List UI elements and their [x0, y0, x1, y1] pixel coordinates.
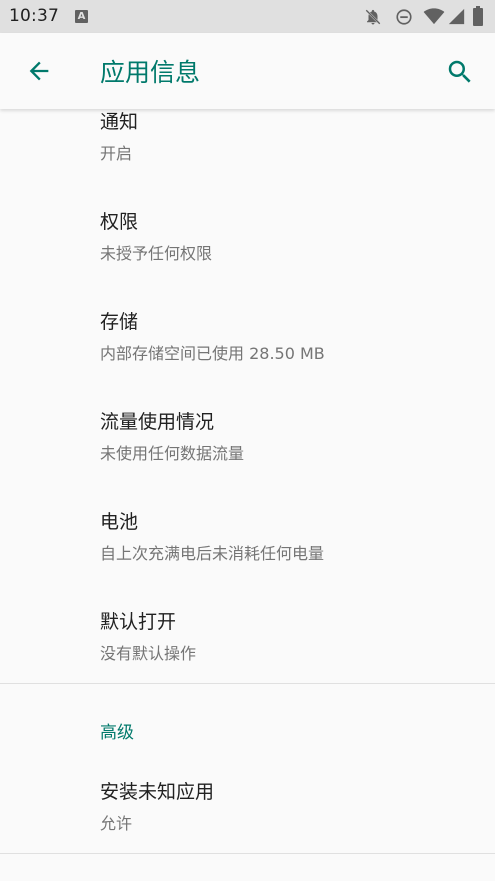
- setting-storage[interactable]: 存储 内部存储空间已使用 28.50 MB: [100, 307, 325, 364]
- setting-battery[interactable]: 电池 自上次充满电后未消耗任何电量: [100, 507, 324, 564]
- setting-permissions[interactable]: 权限 未授予任何权限: [100, 207, 212, 264]
- setting-summary: 开启: [100, 144, 133, 163]
- setting-title: 安装未知应用: [100, 781, 215, 803]
- setting-summary: 没有默认操作: [100, 644, 197, 663]
- setting-install-unknown-apps[interactable]: 安装未知应用 允许: [100, 777, 214, 834]
- app-notification-icon: A: [75, 10, 88, 23]
- signal-icon: [448, 8, 465, 25]
- section-header-advanced: 高级: [100, 723, 134, 743]
- back-arrow-icon[interactable]: [24, 57, 54, 85]
- setting-summary: 未授予任何权限: [100, 244, 213, 263]
- notifications-off-icon: [365, 9, 381, 25]
- setting-open-by-default[interactable]: 默认打开 没有默认操作: [100, 607, 196, 664]
- app-bar: 应用信息: [0, 33, 495, 109]
- battery-icon: [473, 6, 483, 26]
- section-divider: [0, 683, 495, 684]
- setting-summary: 未使用任何数据流量: [100, 444, 245, 463]
- wifi-icon: [423, 8, 445, 25]
- setting-title: 默认打开: [100, 611, 177, 633]
- status-time: 10:37: [9, 6, 59, 26]
- status-bar: 10:37 A: [0, 0, 495, 33]
- setting-summary: 自上次充满电后未消耗任何电量: [100, 544, 325, 563]
- page-title: 应用信息: [100, 58, 201, 87]
- section-divider: [0, 853, 495, 854]
- setting-summary: 允许: [100, 814, 133, 833]
- setting-data-usage[interactable]: 流量使用情况 未使用任何数据流量: [100, 407, 244, 464]
- setting-title: 电池: [100, 511, 139, 533]
- setting-title: 通知: [100, 111, 139, 133]
- setting-title: 权限: [100, 211, 139, 233]
- setting-title: 存储: [100, 311, 139, 333]
- setting-title: 流量使用情况: [100, 411, 215, 433]
- search-icon[interactable]: [445, 57, 475, 87]
- setting-summary: 内部存储空间已使用 28.50 MB: [100, 344, 325, 363]
- setting-notifications[interactable]: 通知 开启: [100, 107, 138, 164]
- do-not-disturb-icon: [396, 9, 412, 25]
